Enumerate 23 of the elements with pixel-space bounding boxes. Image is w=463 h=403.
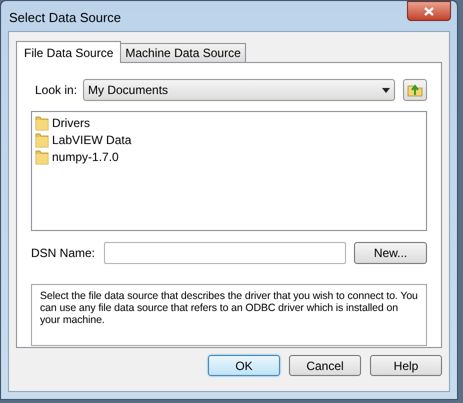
look-in-label: Look in: xyxy=(34,82,78,99)
description-text: Select the file data source that describes the driver that you wish to connect to. You can use any file data source that refers to an ODBC driver which is installed on your machine. xyxy=(40,290,418,326)
close-button[interactable] xyxy=(407,1,451,21)
folder-icon xyxy=(35,114,49,130)
folder-icon xyxy=(35,148,49,164)
dialog-button[interactable]: Cancel xyxy=(289,355,361,376)
caret-icon xyxy=(382,88,390,92)
dsn-name-field[interactable] xyxy=(104,242,346,264)
window-title: Select Data Source xyxy=(9,9,122,27)
dialog-button[interactable]: OK xyxy=(208,355,280,376)
folder-item[interactable]: numpy-1.7.0 xyxy=(35,148,423,165)
tab[interactable]: Machine Data Source xyxy=(121,43,246,62)
folder-item[interactable]: LabVIEW Data xyxy=(35,131,423,148)
tab[interactable]: File Data Source xyxy=(16,41,122,63)
up-folder-button[interactable] xyxy=(403,79,427,101)
folder-up-icon xyxy=(407,83,423,97)
dsn-name-label: DSN Name: xyxy=(31,245,96,262)
close-icon xyxy=(424,6,434,16)
folder-item[interactable]: Drivers xyxy=(35,114,423,131)
dialog-button[interactable]: Help xyxy=(370,355,442,376)
new-button[interactable]: New... xyxy=(354,242,427,264)
folder-icon xyxy=(35,132,49,148)
look-in-dropdown[interactable]: My Documents xyxy=(83,79,395,101)
